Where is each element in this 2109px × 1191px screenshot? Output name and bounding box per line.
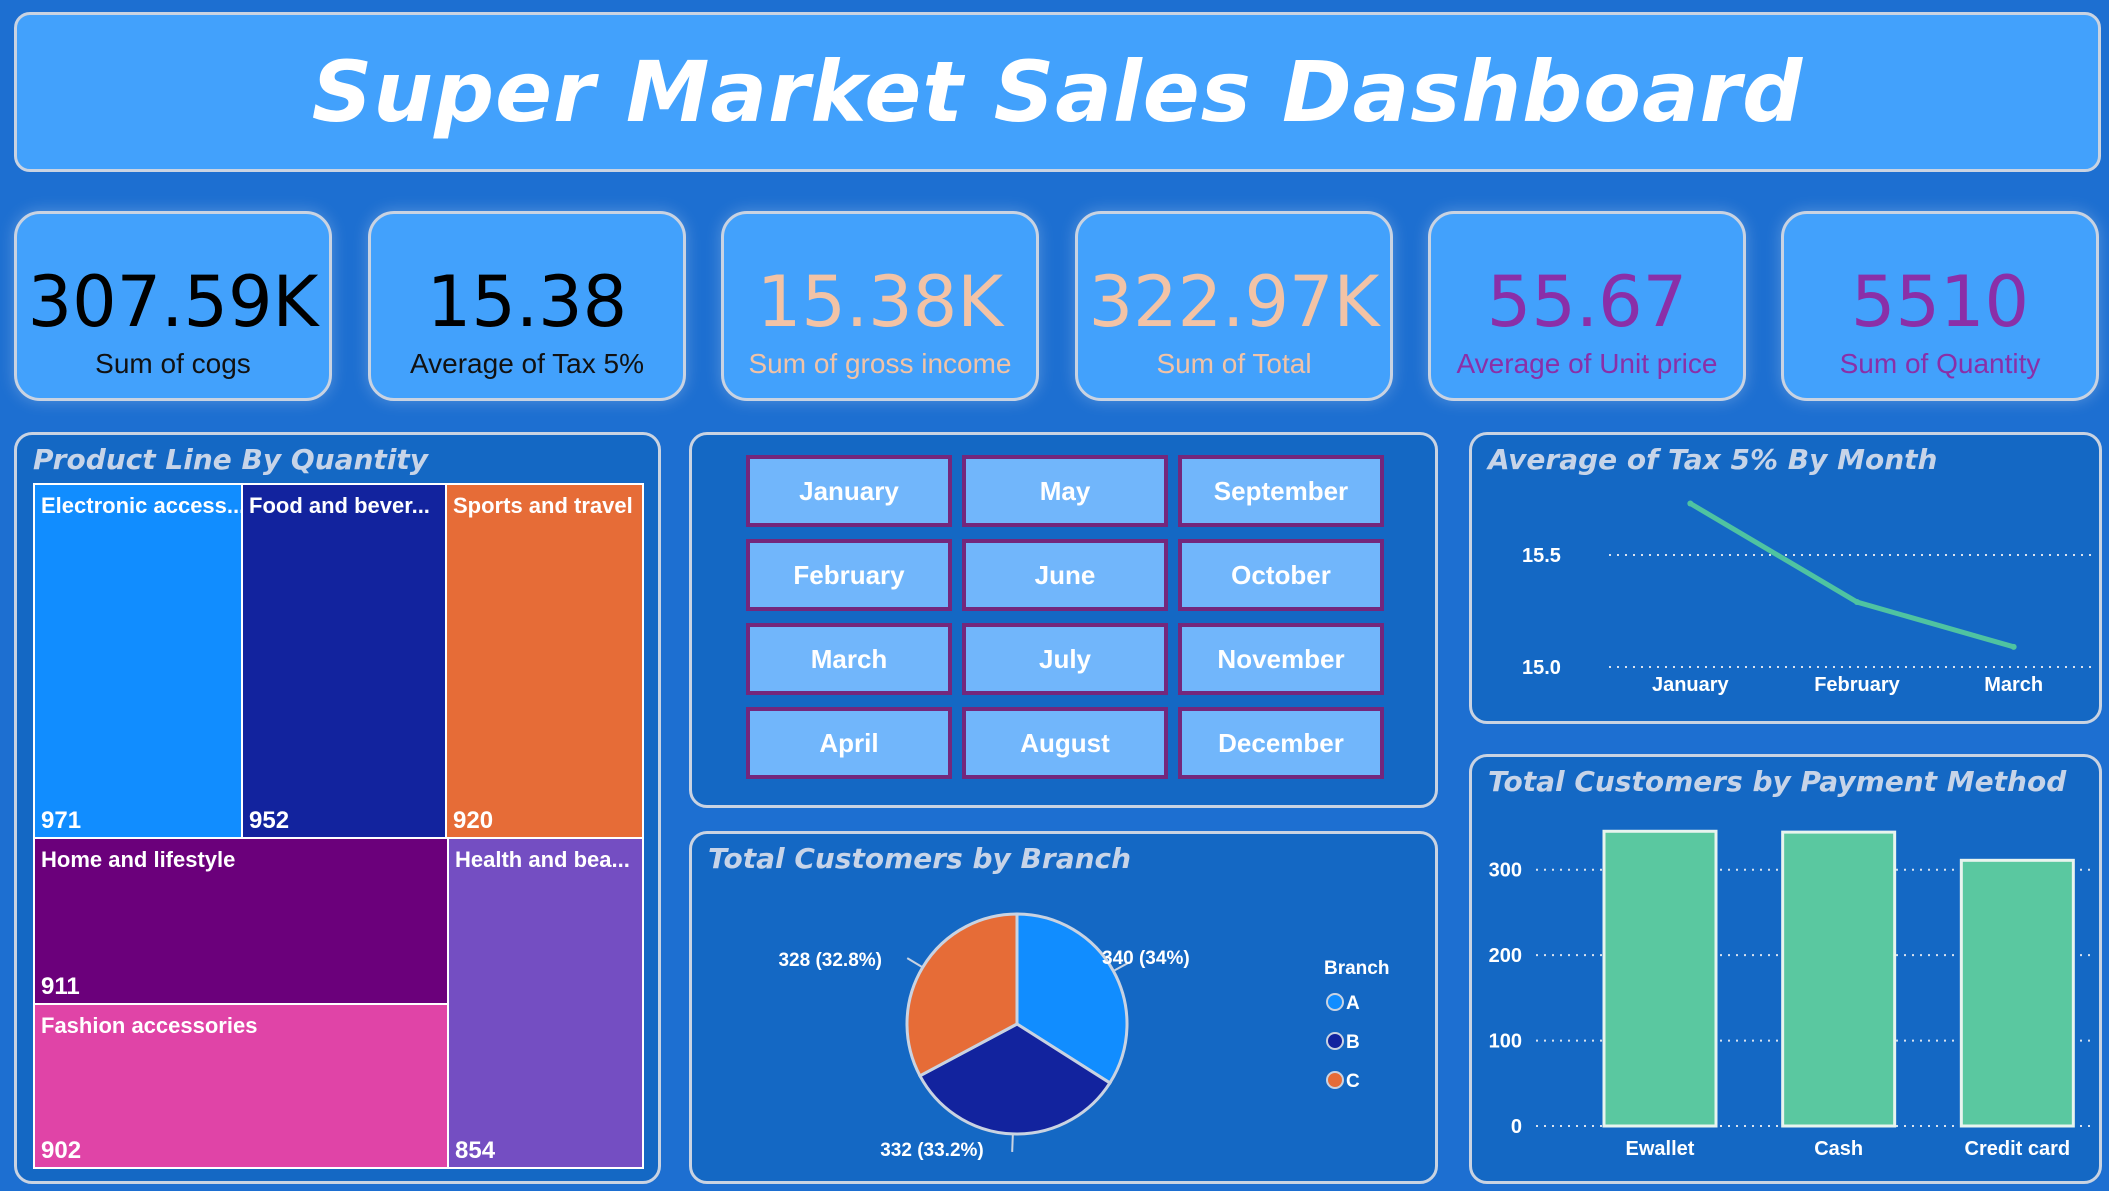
treemap-cell-value: 952	[249, 807, 290, 834]
pie-data-label: 340 (34%)	[1102, 948, 1190, 969]
treemap-cell-name: Sports and travel	[453, 493, 633, 518]
bar-y-tick-label: 0	[1511, 1116, 1522, 1138]
kpi-value: 15.38K	[756, 261, 1004, 343]
pie-legend-title: Branch	[1324, 958, 1389, 979]
line-y-tick-label: 15.5	[1522, 545, 1561, 567]
bar-y-tick-label: 300	[1489, 860, 1522, 882]
treemap-cell-name: Food and bever...	[249, 493, 430, 518]
line-x-tick-label: January	[1652, 674, 1730, 696]
treemap-cell[interactable]: Fashion accessories 902	[33, 1003, 449, 1169]
kpi-value: 15.38	[426, 261, 628, 343]
line-x-tick-label: March	[1984, 674, 2043, 696]
pie-legend-label: C	[1346, 1071, 1360, 1092]
kpi-value: 307.59K	[27, 261, 319, 343]
bar-chart-panel: Total Customers by Payment Method 0 100 20…	[1469, 754, 2102, 1184]
bar-y-tick-label: 200	[1489, 945, 1522, 967]
kpi-card-gross-income[interactable]: 15.38K Sum of gross income	[721, 211, 1039, 401]
bar-y-tick-label: 100	[1489, 1031, 1522, 1053]
pie-legend-marker	[1326, 1032, 1344, 1050]
pie-chart-panel: Total Customers by Branch 340 (34%) 332 (…	[689, 831, 1438, 1184]
line-point	[1854, 599, 1860, 606]
pie-data-label: 332 (33.2%)	[880, 1140, 984, 1161]
kpi-label: Sum of gross income	[748, 348, 1012, 379]
month-button-january[interactable]: January	[746, 455, 952, 527]
kpi-card-quantity[interactable]: 5510 Sum of Quantity	[1781, 211, 2099, 401]
kpi-value: 55.67	[1486, 261, 1688, 343]
kpi-label: Average of Unit price	[1456, 348, 1718, 379]
kpi-card-total[interactable]: 322.97K Sum of Total	[1075, 211, 1393, 401]
kpi-value: 322.97K	[1088, 261, 1380, 343]
line-y-tick-label: 15.0	[1522, 657, 1561, 679]
treemap-cell-value: 911	[41, 973, 80, 1000]
bar-chart: 0 100 200 300 Ewallet Cash Credit card	[1489, 829, 2092, 1160]
pie-chart: 340 (34%) 332 (33.2%) 328 (32.8%) Branch ABC	[778, 912, 1389, 1161]
pie-data-label: 328 (32.8%)	[778, 950, 882, 971]
bar	[1781, 830, 1897, 1128]
treemap-cell-name: Health and bea...	[455, 847, 630, 872]
dashboard-header: Super Market Sales Dashboard	[14, 12, 2101, 172]
dashboard-title: Super Market Sales Dashboard	[311, 43, 1804, 141]
treemap-cell-name: Fashion accessories	[41, 1013, 258, 1038]
month-button-may[interactable]: May	[962, 455, 1168, 527]
line-chart: 15.0 15.5 January February March	[1522, 500, 2092, 696]
treemap-panel: Product Line By Quantity Electronic acce…	[14, 432, 661, 1184]
month-button-september[interactable]: September	[1178, 455, 1384, 527]
pie-leader-line	[906, 957, 924, 969]
month-button-august[interactable]: August	[962, 707, 1168, 779]
kpi-label: Sum of cogs	[95, 348, 251, 379]
treemap-cell-name: Home and lifestyle	[41, 847, 236, 872]
treemap-cell[interactable]: Home and lifestyle 911	[33, 837, 449, 1005]
month-button-october[interactable]: October	[1178, 539, 1384, 611]
month-slicer-panel: January May September February June October Ma…	[689, 432, 1438, 808]
treemap-title: Product Line By Quantity	[33, 443, 429, 476]
month-button-december[interactable]: December	[1178, 707, 1384, 779]
treemap-cell[interactable]: Electronic access... 971	[33, 483, 243, 839]
month-button-march[interactable]: March	[746, 623, 952, 695]
month-button-november[interactable]: November	[1178, 623, 1384, 695]
kpi-label: Average of Tax 5%	[409, 348, 644, 379]
treemap-cell-name: Electronic access...	[41, 493, 243, 518]
kpi-label: Sum of Total	[1156, 348, 1312, 379]
bar-x-tick-label: Ewallet	[1626, 1138, 1695, 1160]
kpi-card-unit-price[interactable]: 55.67 Average of Unit price	[1428, 211, 1746, 401]
month-button-july[interactable]: July	[962, 623, 1168, 695]
line-point	[2010, 643, 2017, 650]
line-point	[1687, 500, 1694, 507]
pie-legend-label: B	[1346, 1032, 1360, 1053]
line-chart-panel: Average of Tax 5% By Month 15.0 15.5 Janua…	[1469, 432, 2102, 724]
bar	[1959, 858, 2075, 1128]
month-button-june[interactable]: June	[962, 539, 1168, 611]
bar	[1602, 829, 1718, 1128]
treemap-cell-value: 920	[453, 807, 494, 834]
pie-legend-marker	[1326, 1071, 1344, 1089]
kpi-card-cogs[interactable]: 307.59K Sum of cogs	[14, 211, 332, 401]
month-button-february[interactable]: February	[746, 539, 952, 611]
line-x-tick-label: February	[1814, 674, 1900, 696]
bar-x-tick-label: Cash	[1814, 1138, 1863, 1160]
kpi-label: Sum of Quantity	[1839, 348, 2041, 379]
treemap-cell[interactable]: Sports and travel 920	[445, 483, 644, 839]
kpi-value: 5510	[1850, 261, 2030, 343]
treemap-cell-value: 854	[455, 1137, 496, 1164]
treemap-cell-value: 902	[41, 1137, 82, 1164]
treemap-cell[interactable]: Food and bever... 952	[241, 483, 447, 839]
treemap-cell[interactable]: Health and bea... 854	[447, 837, 644, 1169]
pie-legend-marker	[1326, 993, 1344, 1011]
bar-x-tick-label: Credit card	[1965, 1138, 2071, 1160]
line-series	[1689, 501, 2015, 650]
pie-leader-line	[1011, 1133, 1014, 1152]
kpi-card-tax[interactable]: 15.38 Average of Tax 5%	[368, 211, 686, 401]
treemap-cell-value: 971	[41, 807, 82, 834]
month-button-april[interactable]: April	[746, 707, 952, 779]
pie-legend-label: A	[1346, 993, 1360, 1014]
